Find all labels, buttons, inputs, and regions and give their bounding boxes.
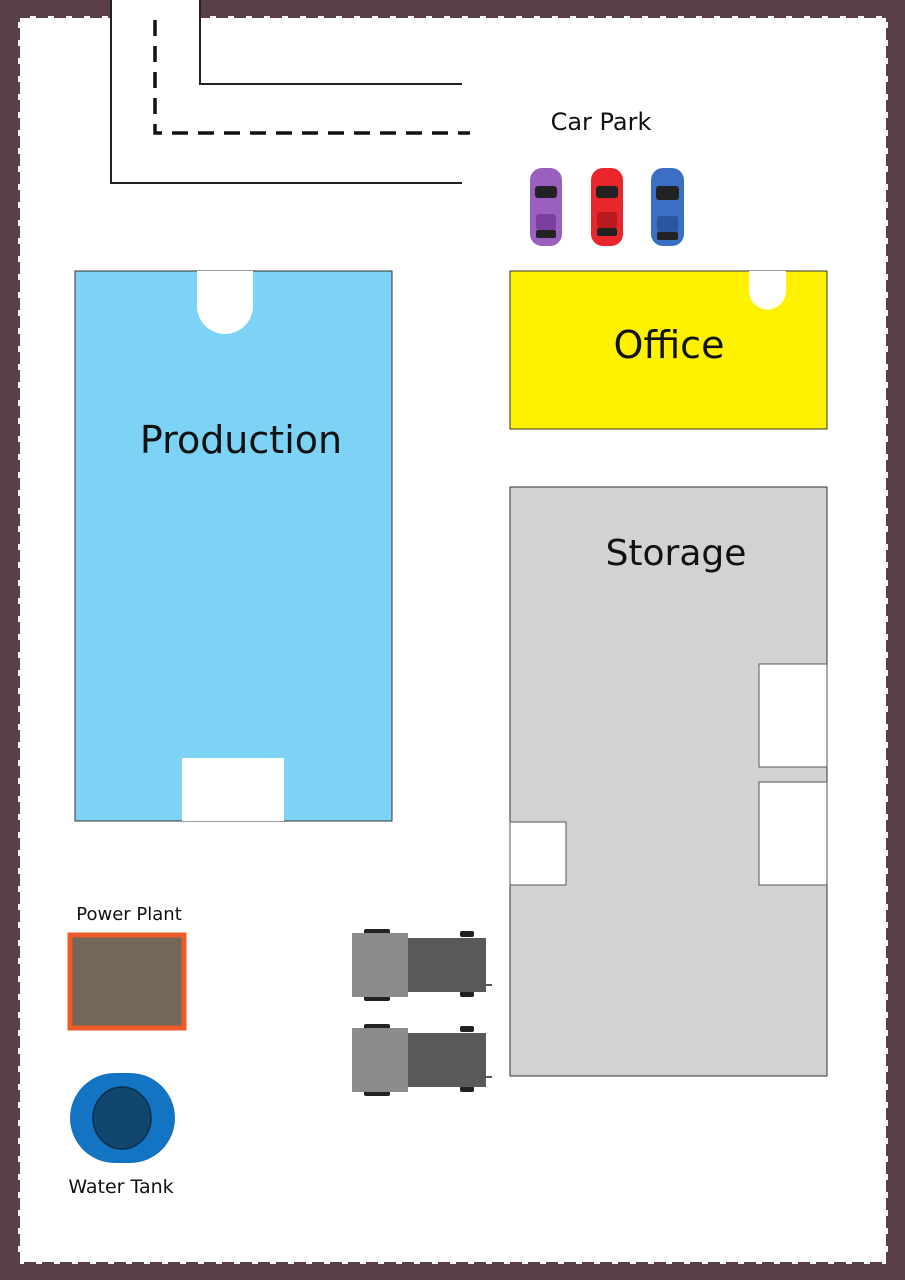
site-map: Car Park Production Office Storage Power… xyxy=(0,0,905,1280)
storage-dock-left xyxy=(509,821,567,886)
production-entrance-top xyxy=(197,271,253,334)
production-building: Production xyxy=(74,270,393,822)
car-icon-purple xyxy=(530,168,562,246)
power-plant xyxy=(67,932,187,1031)
storage-dock-right-1 xyxy=(758,663,828,768)
production-label: Production xyxy=(140,418,342,462)
storage-dock-right-2 xyxy=(758,781,828,886)
office-label: Office xyxy=(614,323,725,367)
storage-building: Storage xyxy=(509,486,828,1077)
storage-label: Storage xyxy=(606,533,747,574)
office-building: Office xyxy=(509,270,828,430)
power-plant-label: Power Plant xyxy=(76,904,182,925)
car-park-label: Car Park xyxy=(551,108,652,136)
office-entrance xyxy=(749,271,786,310)
truck-icon-lower xyxy=(352,1024,492,1096)
car-icon-red xyxy=(591,168,623,246)
water-tank-label: Water Tank xyxy=(68,1176,173,1198)
water-tank xyxy=(70,1073,175,1163)
truck-icon-upper xyxy=(352,929,492,1001)
production-door-bottom xyxy=(182,758,284,821)
car-icon-blue xyxy=(651,168,684,246)
water-tank-inner xyxy=(92,1086,152,1150)
